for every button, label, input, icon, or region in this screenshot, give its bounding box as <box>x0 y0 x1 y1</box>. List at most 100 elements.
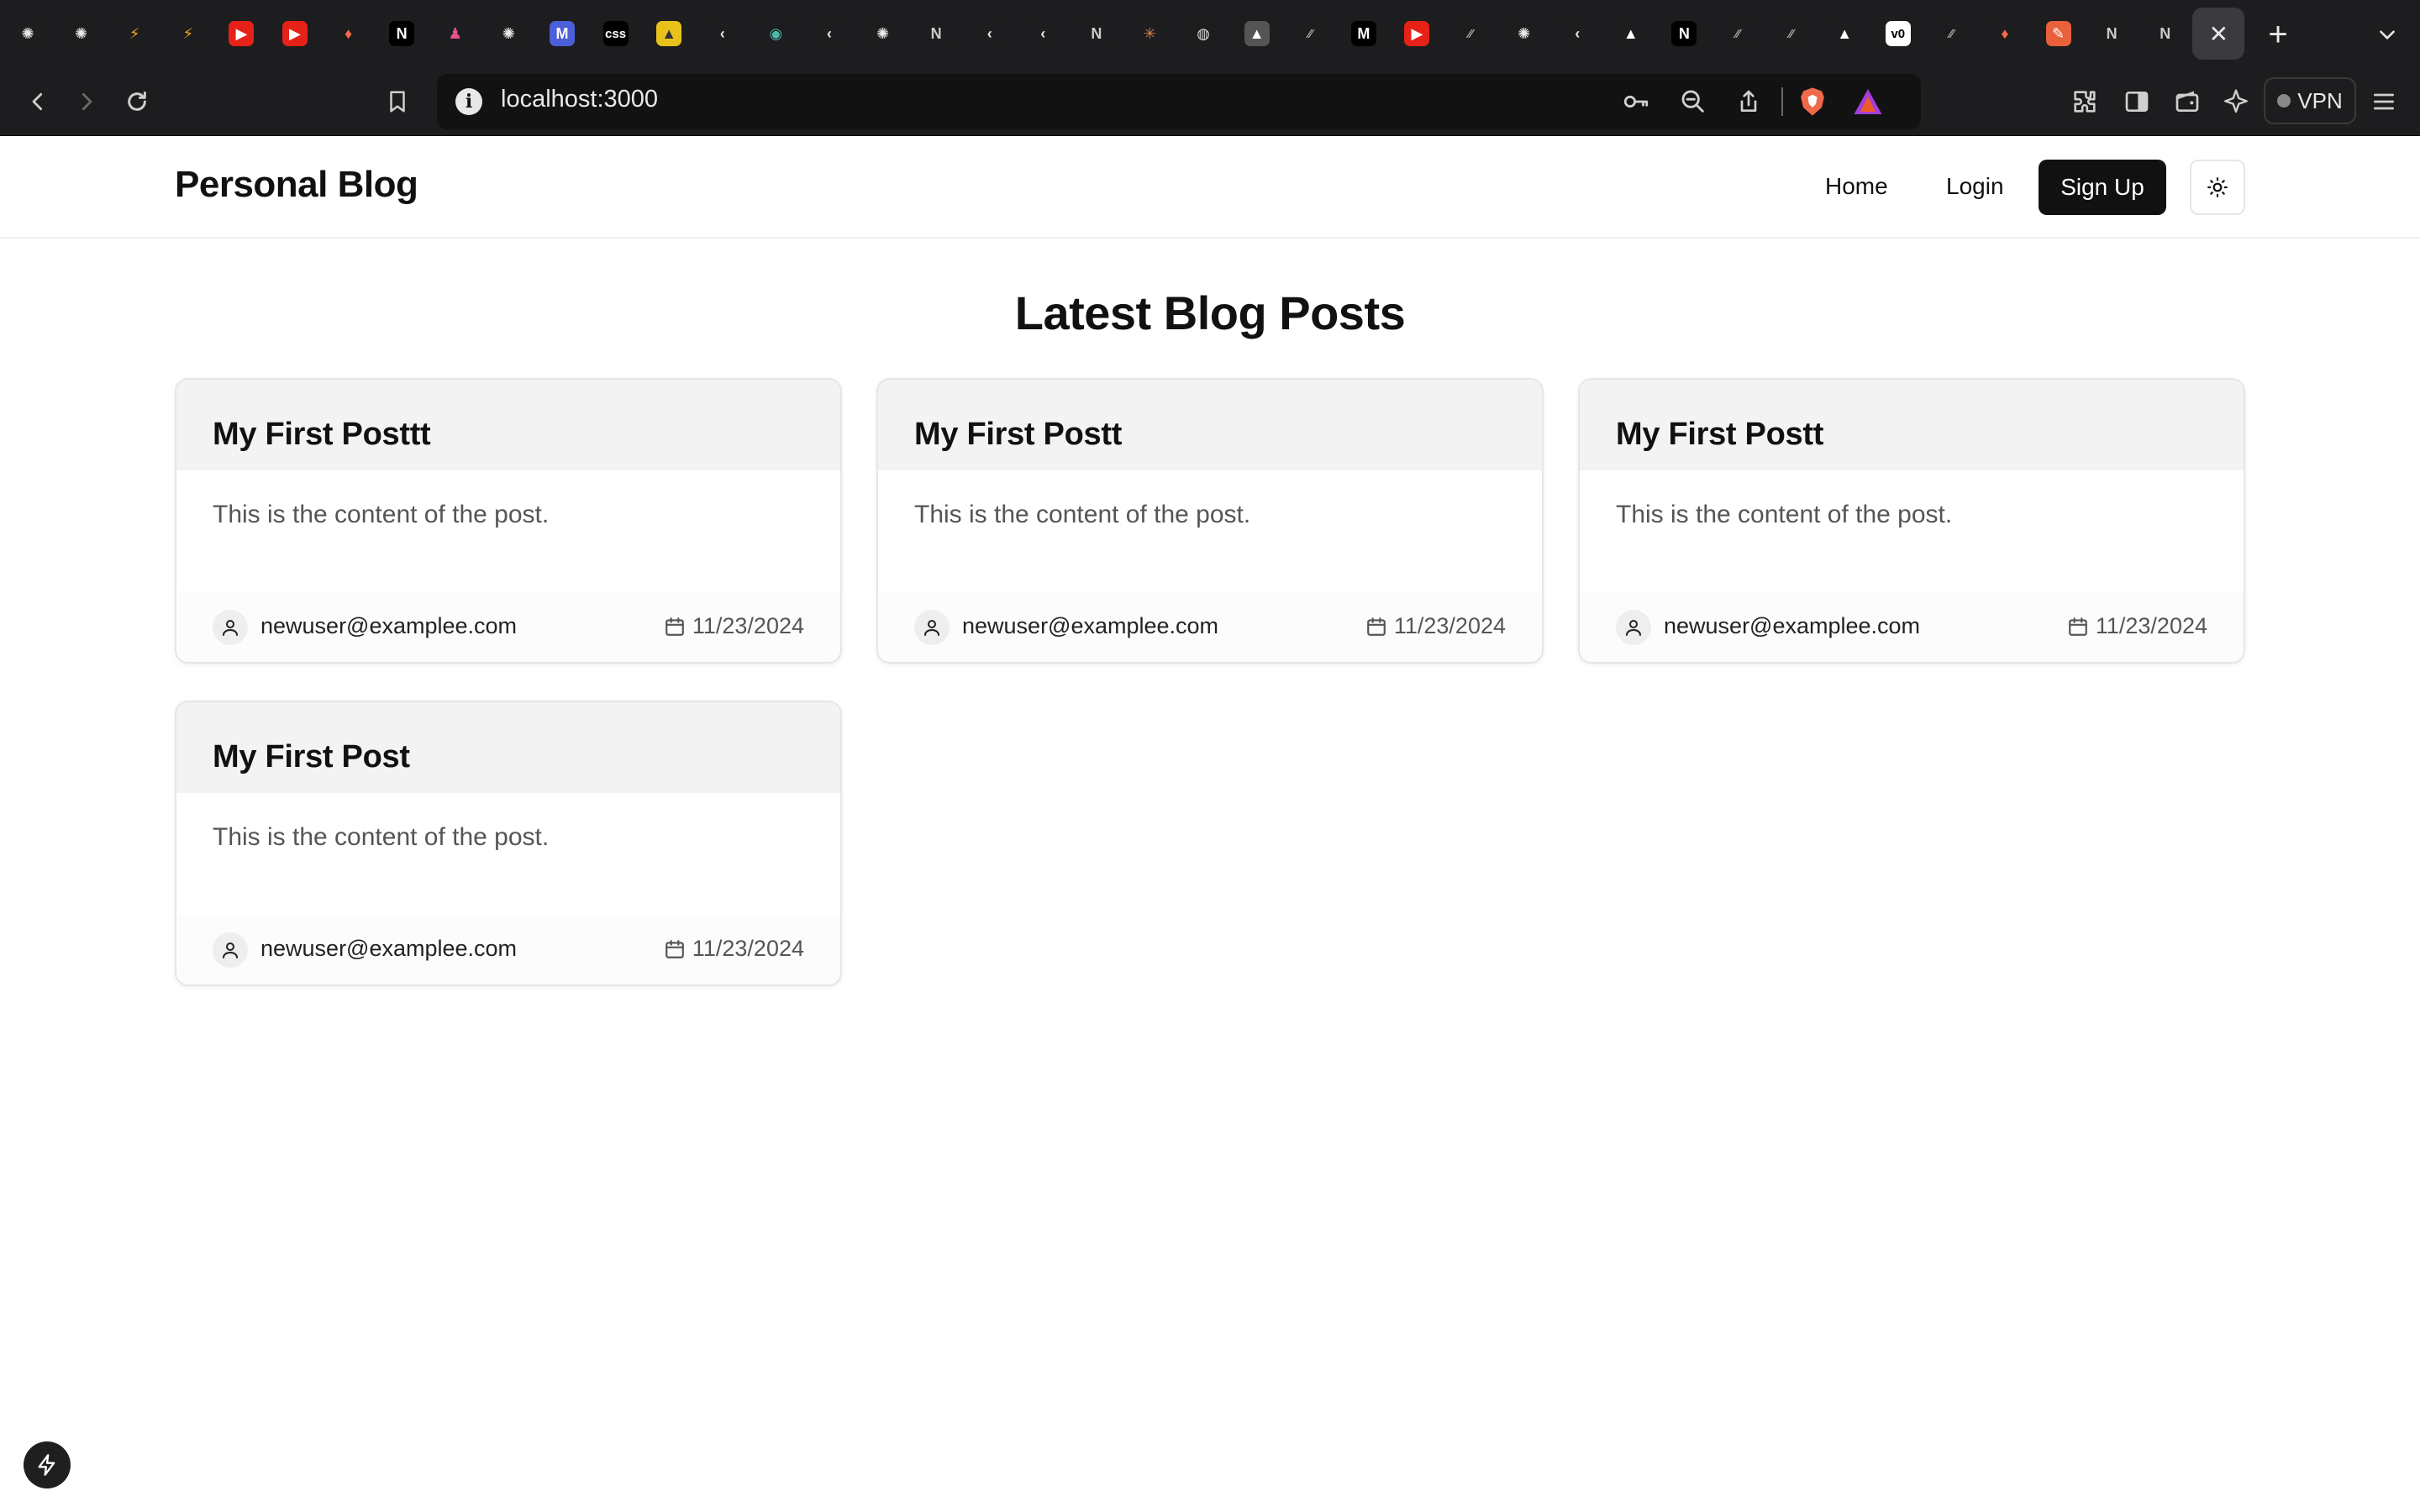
youtube-icon: ▶ <box>1404 21 1430 46</box>
browser-tab[interactable]: ✎ <box>2033 8 2085 60</box>
post-title[interactable]: My First Posttt <box>213 417 431 453</box>
zoom-out-icon[interactable] <box>1677 86 1709 118</box>
browser-tab[interactable]: ‹ <box>1017 8 1069 60</box>
site-info-icon[interactable]: i <box>455 88 482 115</box>
browser-tab[interactable]: N <box>2139 8 2191 60</box>
browser-tab[interactable]: ▶ <box>215 8 267 60</box>
user-icon <box>223 620 238 636</box>
browser-tab[interactable]: ✺ <box>1498 8 1550 60</box>
vercel-icon: ▲ <box>1832 21 1858 46</box>
theme-toggle-button[interactable] <box>2190 160 2245 215</box>
sun-icon <box>2207 177 2228 197</box>
post-author: newuser@examplee.com <box>962 613 1219 638</box>
slash-icon: ⁄⁄ <box>1458 21 1484 46</box>
browser-tab[interactable]: M <box>536 8 588 60</box>
browser-tab[interactable]: ✺ <box>857 8 909 60</box>
wallet-icon[interactable] <box>2170 84 2205 119</box>
post-date-text: 11/23/2024 <box>692 936 804 961</box>
post-card-header: My First Posttt <box>176 380 840 470</box>
password-key-icon[interactable] <box>1620 86 1652 118</box>
address-bar[interactable]: i localhost:3000 <box>437 74 1921 129</box>
sidebar-toggle-icon[interactable] <box>2119 84 2154 119</box>
browser-tab[interactable]: N <box>1071 8 1123 60</box>
browser-tab[interactable]: ◍ <box>1177 8 1229 60</box>
forward-button[interactable] <box>67 82 106 121</box>
calendar-icon <box>2069 617 2087 636</box>
post-title[interactable]: My First Postt <box>1616 417 1823 453</box>
post-card[interactable]: My First Postt This is the content of th… <box>1578 378 2245 664</box>
tab-list-button[interactable] <box>2361 8 2413 60</box>
post-card[interactable]: My First Posttt This is the content of t… <box>175 378 842 664</box>
browser-tab[interactable]: css <box>590 8 642 60</box>
brave-rewards-icon[interactable] <box>1852 86 1884 118</box>
browser-tab[interactable]: v0 <box>1872 8 1924 60</box>
site-brand[interactable]: Personal Blog <box>175 164 418 206</box>
menu-icon[interactable] <box>2366 84 2402 119</box>
browser-tab[interactable]: ✕ <box>2192 8 2245 60</box>
chevron-logo-icon: ‹ <box>976 21 1002 46</box>
browser-tab[interactable]: ⚡ <box>162 8 214 60</box>
browser-tab[interactable]: ⁄⁄ <box>1765 8 1818 60</box>
browser-tab[interactable]: ✺ <box>2 8 54 60</box>
vpn-button[interactable]: VPN <box>2264 77 2356 124</box>
forward-arrow-icon <box>82 92 92 111</box>
signup-button[interactable]: Sign Up <box>2039 160 2166 215</box>
browser-tab[interactable]: N <box>1658 8 1710 60</box>
brave-shields-icon[interactable] <box>1797 86 1828 118</box>
calendar-icon <box>666 939 684 958</box>
reload-button[interactable] <box>118 82 156 121</box>
leo-ai-icon[interactable] <box>2218 84 2254 119</box>
nav-login-link[interactable]: Login <box>1946 173 2004 200</box>
browser-tab[interactable]: ⁄⁄ <box>1925 8 1977 60</box>
browser-tab[interactable]: ♦ <box>323 8 375 60</box>
browser-tab[interactable]: ✺ <box>482 8 534 60</box>
post-date: 11/23/2024 <box>664 613 804 639</box>
author-avatar <box>213 932 248 968</box>
browser-tab[interactable]: ‹ <box>803 8 855 60</box>
browser-tab[interactable]: N <box>910 8 962 60</box>
browser-tab[interactable]: M <box>1338 8 1390 60</box>
browser-tab[interactable]: ▲ <box>1231 8 1283 60</box>
browser-tab[interactable]: ✳ <box>1123 8 1176 60</box>
browser-tab[interactable]: N <box>376 8 428 60</box>
browser-tab[interactable]: ⁄⁄ <box>1712 8 1764 60</box>
browser-tab[interactable]: ⁄⁄ <box>1284 8 1336 60</box>
browser-tab[interactable]: ▲ <box>1605 8 1657 60</box>
notion-icon: N <box>2152 21 2178 46</box>
back-button[interactable] <box>18 82 57 121</box>
browser-tab[interactable]: ▶ <box>269 8 321 60</box>
browser-tab[interactable]: ▲ <box>1818 8 1870 60</box>
post-card[interactable]: My First Post This is the content of the… <box>175 701 842 986</box>
extensions-icon[interactable] <box>2067 84 2102 119</box>
browser-tab[interactable]: ‹ <box>1551 8 1603 60</box>
close-icon[interactable]: ✕ <box>2206 21 2231 46</box>
post-date-text: 11/23/2024 <box>1393 613 1506 638</box>
browser-tab[interactable]: ◉ <box>750 8 802 60</box>
chatgpt-icon: ✺ <box>1511 21 1537 46</box>
chatgpt-icon: ✺ <box>68 21 94 46</box>
browser-tab[interactable]: ⁄⁄ <box>1444 8 1497 60</box>
share-icon[interactable] <box>1733 86 1765 118</box>
author-avatar <box>914 610 950 645</box>
post-title[interactable]: My First Post <box>213 739 410 775</box>
post-title[interactable]: My First Postt <box>914 417 1122 453</box>
dev-tools-button[interactable] <box>24 1441 71 1488</box>
user-icon <box>924 620 939 636</box>
browser-tab[interactable]: N <box>2086 8 2138 60</box>
browser-tab[interactable]: ♦ <box>1979 8 2031 60</box>
url-text[interactable]: localhost:3000 <box>501 86 658 113</box>
browser-tab[interactable]: ♟ <box>429 8 481 60</box>
brave-shield-icon: ♦ <box>335 21 361 46</box>
reload-icon <box>128 91 146 111</box>
browser-tab[interactable]: ✺ <box>55 8 108 60</box>
browser-tab[interactable]: ▲ <box>643 8 695 60</box>
nav-home-link[interactable]: Home <box>1825 173 1888 200</box>
browser-tab[interactable]: ‹ <box>964 8 1016 60</box>
browser-tab[interactable]: ‹ <box>697 8 749 60</box>
browser-tab[interactable]: ⚡ <box>108 8 160 60</box>
slash-icon: ⁄⁄ <box>1725 21 1750 46</box>
bookmark-button[interactable] <box>378 82 417 121</box>
new-tab-button[interactable]: + <box>2252 8 2304 60</box>
post-card[interactable]: My First Postt This is the content of th… <box>876 378 1544 664</box>
browser-tab[interactable]: ▶ <box>1391 8 1443 60</box>
